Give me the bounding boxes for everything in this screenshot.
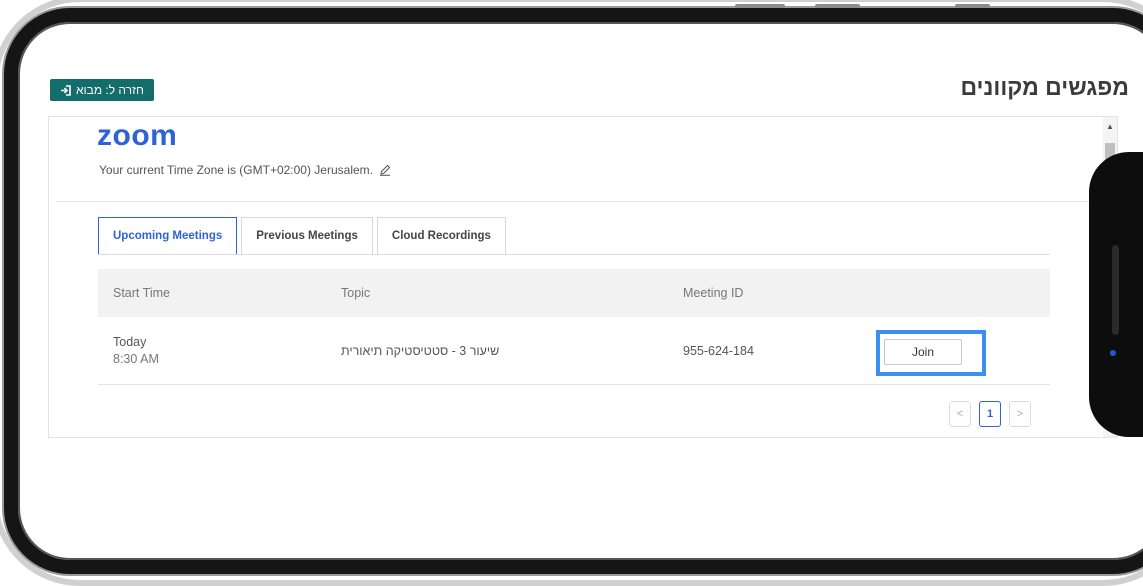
pagination: < 1 > [949,401,1031,427]
tabs-divider [98,254,1050,255]
timezone-info: Your current Time Zone is (GMT+02:00) Je… [99,163,391,177]
meeting-topic-text: שיעור 3 - סטטיסטיקה תיאורית [341,343,500,358]
column-header-topic: Topic [341,286,371,300]
back-to-intro-button[interactable]: חזרה ל: מבוא [50,79,154,101]
table-header: Start Time Topic Meeting ID [98,269,1050,317]
timezone-text: Your current Time Zone is (GMT+02:00) Je… [99,163,373,177]
meeting-day: Today [113,335,147,349]
tab-previous-meetings[interactable]: Previous Meetings [241,217,373,255]
tab-upcoming-meetings[interactable]: Upcoming Meetings [98,217,238,255]
pencil-icon[interactable] [379,164,391,176]
meeting-topic: שיעור 3 - סטטיסטיקה תיאורית [326,344,668,358]
sign-in-icon [61,84,71,96]
pagination-page-1[interactable]: 1 [979,401,1001,427]
meeting-tabs: Upcoming Meetings Previous Meetings Clou… [98,217,506,255]
column-header-start-time: Start Time [113,286,170,300]
tab-cloud-recordings[interactable]: Cloud Recordings [376,217,506,255]
zoom-logo: zoom [97,119,178,152]
meeting-time: 8:30 AM [113,352,159,366]
zoom-embed-frame: zoom Your current Time Zone is (GMT+02:0… [48,116,1118,438]
pagination-next-button[interactable]: > [1009,401,1031,427]
meeting-start-time: Today 8:30 AM [98,335,326,366]
page-title: מפגשים מקוונים [960,74,1129,100]
divider [57,201,1103,202]
column-header-meeting-id: Meeting ID [683,286,744,300]
back-button-label: חזרה ל: מבוא [76,83,144,97]
phone-side-button [735,4,785,8]
join-button[interactable]: Join [884,339,962,365]
meeting-id: 955-624-184 [683,343,754,358]
camera-icon [1110,350,1116,356]
pagination-prev-button[interactable]: < [949,401,971,427]
scroll-up-arrow-icon[interactable]: ▲ [1106,123,1114,131]
phone-side-button [815,4,860,8]
speaker-grille-icon [1112,245,1119,335]
phone-side-button [955,4,990,8]
